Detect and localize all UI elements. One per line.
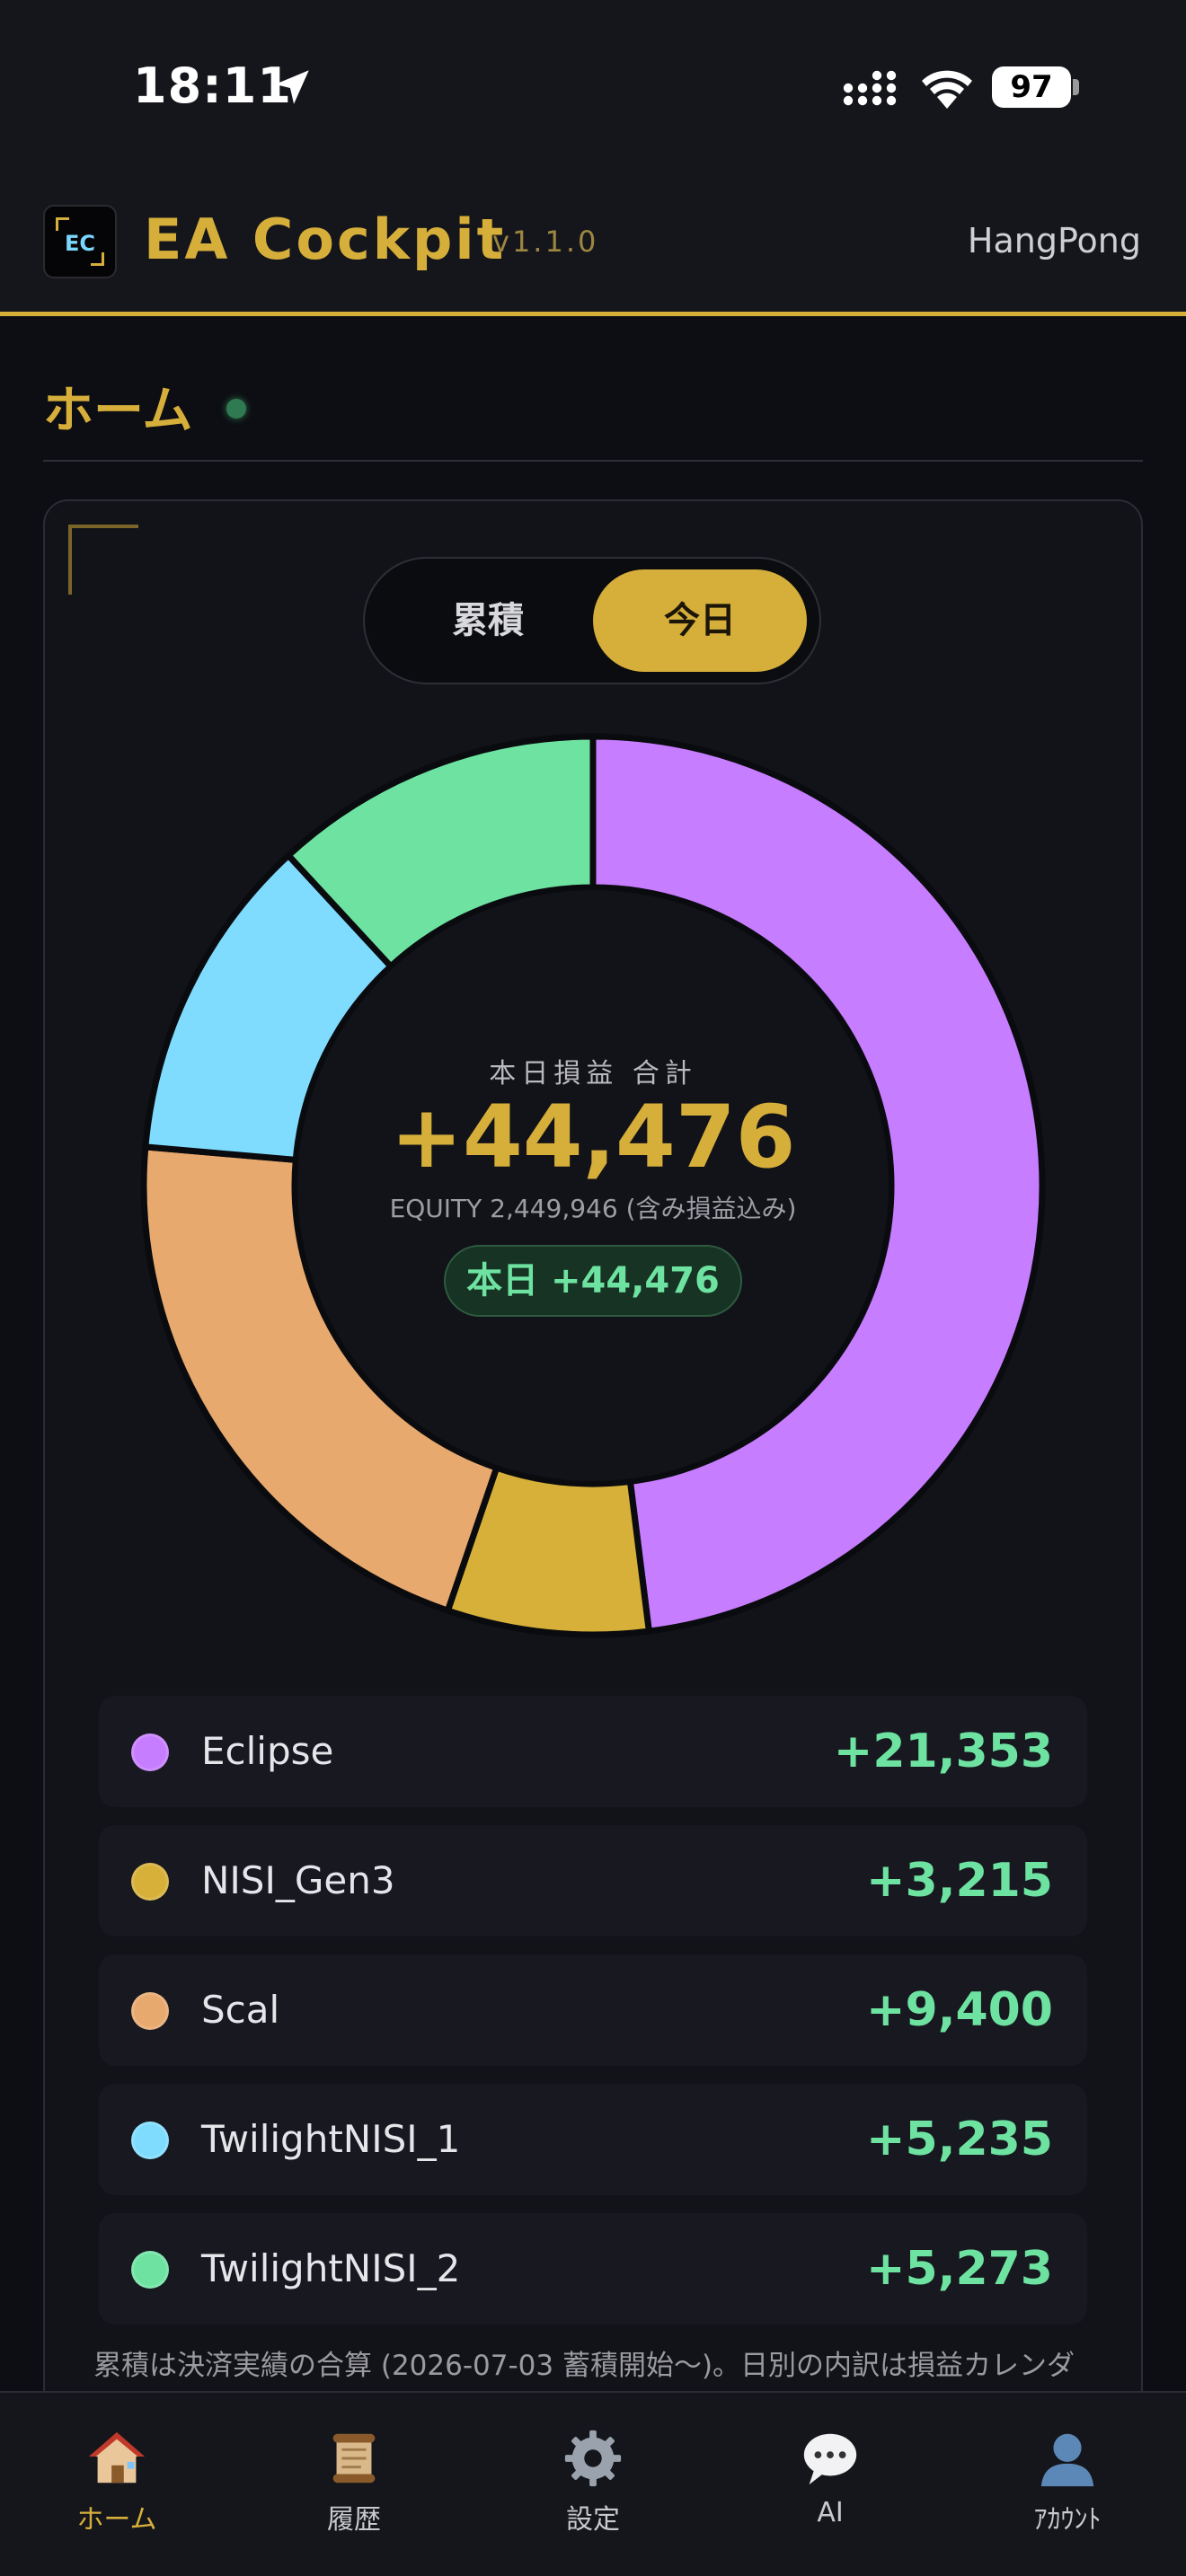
today-badge: 本日 +44,476 bbox=[444, 1245, 742, 1317]
battery-level: 97 bbox=[1010, 69, 1053, 105]
legend-value: +3,215 bbox=[865, 1854, 1053, 1908]
tab-account[interactable]: ｱｶｳﾝﾄ bbox=[978, 2427, 1157, 2553]
legend-value: +5,235 bbox=[865, 2113, 1053, 2166]
toggle-cumulative[interactable]: 累積 bbox=[381, 569, 595, 672]
legend-value: +5,273 bbox=[865, 2242, 1053, 2296]
legend-item-scal[interactable]: Scal +9,400 bbox=[99, 1954, 1087, 2066]
live-status-dot bbox=[226, 399, 246, 419]
app-version: v1.1.0 bbox=[492, 225, 599, 259]
location-arrow-icon bbox=[275, 70, 309, 104]
person-icon bbox=[1040, 2433, 1094, 2487]
speech-bubble-icon bbox=[803, 2433, 857, 2485]
legend-color-dot bbox=[131, 2251, 169, 2289]
status-time: 18:11 bbox=[133, 57, 292, 114]
app-screen: 18:11 97 EC EA Cockpit v1.1.0 HangPong ホ… bbox=[0, 0, 1186, 2576]
house-icon bbox=[88, 2431, 146, 2483]
page-title: ホーム bbox=[43, 382, 193, 440]
tab-home[interactable]: ホーム bbox=[27, 2427, 207, 2553]
bottom-tab-bar: ホーム 履歴 設定 AI ｱｶｳﾝﾄ bbox=[0, 2391, 1186, 2576]
tab-label: ホーム bbox=[76, 2504, 157, 2536]
legend-item-nisi-gen3[interactable]: NISI_Gen3 +3,215 bbox=[99, 1825, 1087, 1936]
tab-label: ｱｶｳﾝﾄ bbox=[1033, 2504, 1102, 2536]
period-toggle: 累積 今日 bbox=[363, 557, 821, 684]
tab-label: AI bbox=[817, 2497, 844, 2528]
title-divider bbox=[43, 460, 1143, 462]
scroll-icon bbox=[332, 2433, 376, 2483]
battery-tip bbox=[1073, 79, 1079, 95]
legend-color-dot bbox=[131, 1992, 169, 2030]
today-pnl-total: +44,476 bbox=[390, 1087, 796, 1187]
app-logo: EC bbox=[43, 205, 117, 278]
legend-color-dot bbox=[131, 1863, 169, 1901]
equity-text: EQUITY 2,449,946 (含み損益込み) bbox=[389, 1194, 797, 1223]
app-title: EA Cockpit bbox=[144, 207, 507, 272]
legend-name: TwilightNISI_1 bbox=[201, 2117, 461, 2161]
tab-ai[interactable]: AI bbox=[740, 2427, 920, 2553]
tab-label: 設定 bbox=[566, 2504, 620, 2536]
legend-name: Scal bbox=[201, 1988, 280, 2032]
tab-label: 履歴 bbox=[327, 2504, 381, 2536]
legend-color-dot bbox=[131, 2122, 169, 2159]
footnote-text: 累積は決済実績の合算 (2026-07-03 蓄積開始〜)。日別の内訳は損益カレ… bbox=[93, 2350, 1075, 2382]
legend-item-eclipse[interactable]: Eclipse +21,353 bbox=[99, 1696, 1087, 1807]
legend-item-twilightnisi-2[interactable]: TwilightNISI_2 +5,273 bbox=[99, 2213, 1087, 2325]
legend-color-dot bbox=[131, 1734, 169, 1771]
wifi-icon bbox=[922, 70, 972, 109]
status-bar: 18:11 97 bbox=[0, 0, 1186, 180]
legend-name: TwilightNISI_2 bbox=[201, 2246, 461, 2290]
card-corner-decoration bbox=[68, 525, 138, 595]
tab-settings[interactable]: 設定 bbox=[503, 2427, 683, 2553]
gear-icon bbox=[564, 2430, 622, 2487]
toggle-today[interactable]: 今日 bbox=[593, 569, 807, 672]
today-pnl-label: 本日損益 合計 bbox=[489, 1058, 697, 1090]
legend-name: NISI_Gen3 bbox=[201, 1858, 395, 1902]
legend-item-twilightnisi-1[interactable]: TwilightNISI_1 +5,235 bbox=[99, 2084, 1087, 2195]
logo-text: EC bbox=[64, 231, 95, 256]
legend-value: +9,400 bbox=[865, 1983, 1053, 2037]
user-name[interactable]: HangPong bbox=[968, 221, 1141, 260]
legend-value: +21,353 bbox=[833, 1725, 1053, 1778]
cellular-signal-icon bbox=[843, 70, 897, 106]
battery-indicator: 97 bbox=[992, 66, 1071, 108]
legend-name: Eclipse bbox=[201, 1729, 334, 1773]
app-header: EC EA Cockpit v1.1.0 HangPong bbox=[0, 180, 1186, 316]
tab-history[interactable]: 履歴 bbox=[264, 2427, 444, 2553]
